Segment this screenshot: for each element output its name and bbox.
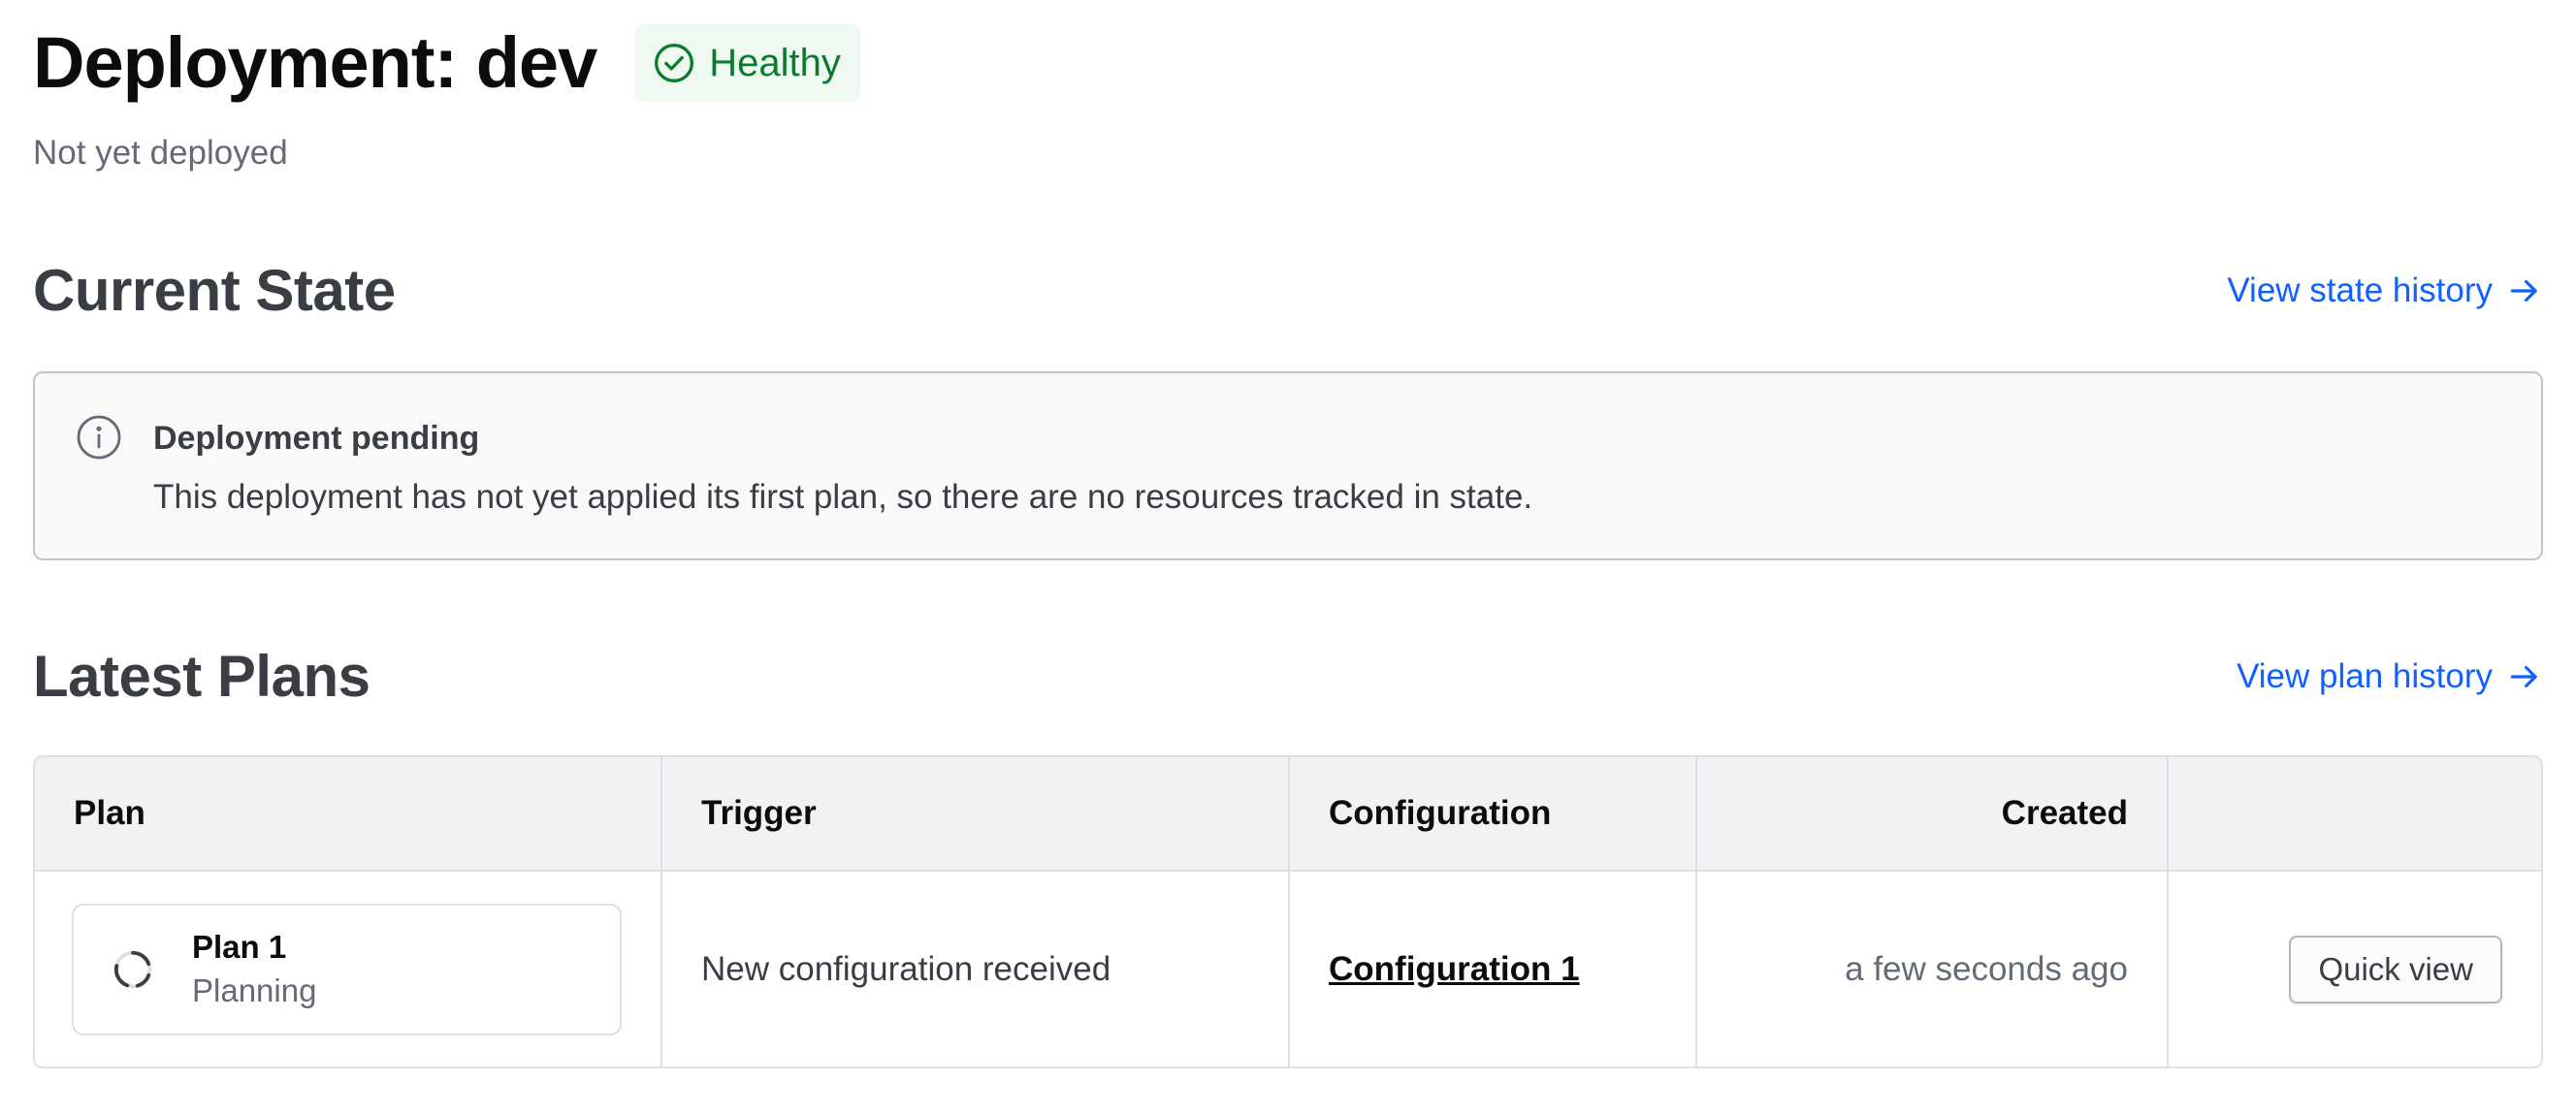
page-header: Deployment: dev Healthy [33, 21, 860, 105]
info-icon [77, 415, 121, 460]
plans-table: Plan Trigger Configuration Created Plan … [33, 755, 2543, 1068]
column-header-actions [2169, 757, 2541, 872]
trigger-cell: New configuration received [662, 872, 1290, 1067]
current-state-title: Current State [33, 258, 396, 323]
actions-cell: Quick view [2169, 872, 2541, 1067]
plan-cell: Plan 1 Planning [35, 872, 662, 1067]
column-header-trigger[interactable]: Trigger [662, 757, 1290, 872]
current-state-header: Current State View state history [33, 257, 2543, 324]
configuration-cell: Configuration 1 [1290, 872, 1697, 1067]
quick-view-button[interactable]: Quick view [2289, 935, 2502, 1004]
alert-description: This deployment has not yet applied its … [153, 478, 1533, 516]
configuration-link[interactable]: Configuration 1 [1329, 950, 1580, 989]
column-header-created[interactable]: Created [1697, 757, 2169, 872]
column-header-plan[interactable]: Plan [35, 757, 662, 872]
alert-title: Deployment pending [153, 420, 480, 457]
health-status-badge: Healthy [635, 24, 860, 102]
latest-plans-title: Latest Plans [33, 644, 370, 709]
column-header-configuration[interactable]: Configuration [1290, 757, 1697, 872]
created-cell: a few seconds ago [1697, 872, 2169, 1067]
view-state-history-link[interactable]: View state history [2227, 271, 2543, 310]
arrow-right-icon [2510, 665, 2537, 687]
loading-spinner-icon [113, 950, 152, 988]
view-plan-history-label: View plan history [2237, 656, 2493, 695]
view-plan-history-link[interactable]: View plan history [2237, 657, 2543, 696]
health-status-label: Healthy [709, 41, 841, 84]
plan-info: Plan 1 Planning [192, 926, 316, 1013]
plan-status: Planning [192, 972, 317, 1008]
plan-card[interactable]: Plan 1 Planning [72, 903, 622, 1035]
deployment-page: Deployment: dev Healthy Not yet deployed… [0, 0, 2576, 1115]
page-title: Deployment: dev [33, 22, 597, 103]
plan-name: Plan 1 [192, 928, 287, 965]
deployment-pending-alert: Deployment pending This deployment has n… [33, 371, 2543, 560]
deployment-subtitle: Not yet deployed [33, 134, 288, 172]
latest-plans-header: Latest Plans View plan history [33, 643, 2543, 710]
check-circle-icon [655, 44, 694, 82]
arrow-right-icon [2510, 279, 2537, 302]
view-state-history-label: View state history [2227, 271, 2493, 309]
